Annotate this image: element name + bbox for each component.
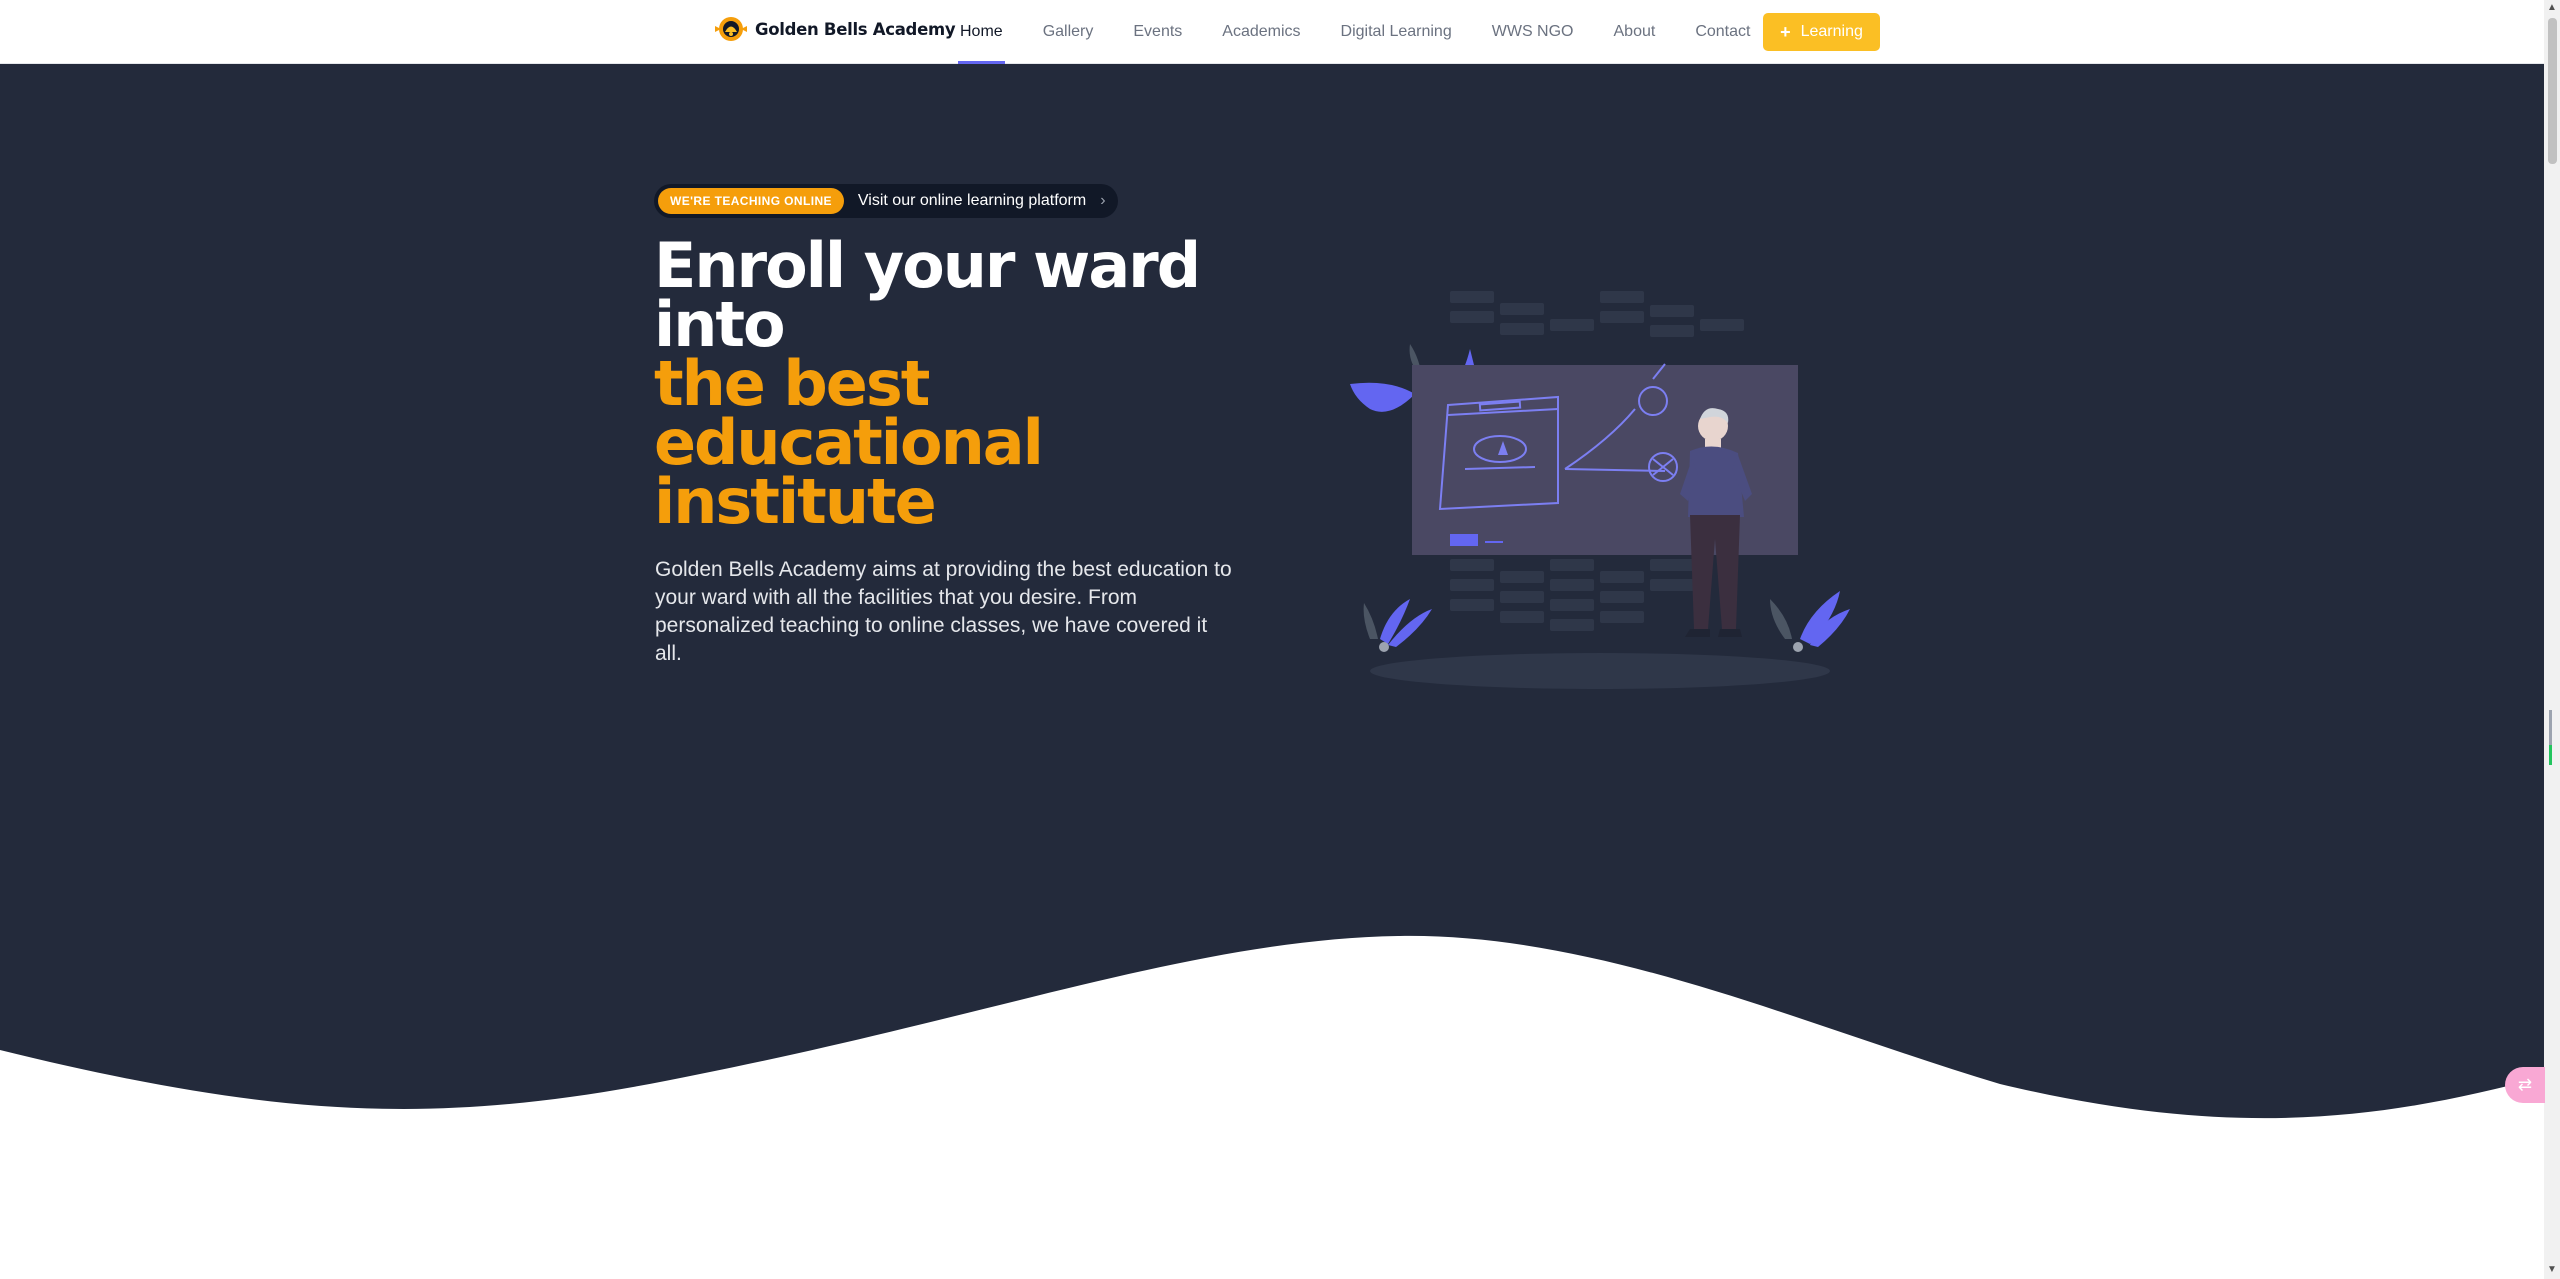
hero-section: WE'RE TEACHING ONLINE Visit our online l… xyxy=(0,64,2544,1130)
hero-description: Golden Bells Academy aims at providing t… xyxy=(655,558,1232,665)
scroll-marker-active xyxy=(2549,745,2552,765)
hero-headline: Enroll your ward into the best education… xyxy=(654,229,1214,538)
nav-gallery[interactable]: Gallery xyxy=(1023,0,1114,64)
nav-wws-ngo[interactable]: WWS NGO xyxy=(1472,0,1594,64)
main-nav: Home Gallery Events Academics Digital Le… xyxy=(940,0,1770,64)
headline-accent-3: institute xyxy=(654,465,937,538)
brand-name: Golden Bells Academy xyxy=(755,19,956,39)
plus-icon: + xyxy=(1780,22,1791,42)
online-learning-banner[interactable]: WE'RE TEACHING ONLINE Visit our online l… xyxy=(654,184,1118,218)
bell-logo-icon xyxy=(715,17,747,41)
top-navbar: Golden Bells Academy Home Gallery Events… xyxy=(0,0,2544,64)
nav-contact[interactable]: Contact xyxy=(1675,0,1770,64)
learning-button[interactable]: + Learning xyxy=(1763,13,1880,51)
translate-icon: ⇄ xyxy=(2517,1075,2533,1094)
nav-home[interactable]: Home xyxy=(940,0,1023,64)
scroll-thumb[interactable] xyxy=(2548,18,2557,164)
headline-accent-1: the best xyxy=(654,347,930,420)
nav-events[interactable]: Events xyxy=(1113,0,1202,64)
scroll-down-arrow-icon[interactable]: ▼ xyxy=(2547,1264,2557,1276)
teacher-whiteboard-illustration xyxy=(1350,291,1850,689)
teaching-online-badge: WE'RE TEACHING ONLINE xyxy=(658,188,844,214)
scroll-up-arrow-icon[interactable]: ▲ xyxy=(2547,2,2557,14)
online-platform-link: Visit our online learning platform xyxy=(857,192,1087,209)
nav-academics[interactable]: Academics xyxy=(1202,0,1320,64)
headline-line-1: Enroll your ward xyxy=(654,229,1201,302)
headline-line-2: into xyxy=(654,288,786,361)
brand-logo[interactable]: Golden Bells Academy xyxy=(713,14,956,44)
learning-button-label: Learning xyxy=(1800,23,1863,40)
wave-divider xyxy=(0,935,2544,1130)
page-scrollbar[interactable]: ▲ ▼ xyxy=(2544,0,2560,1279)
translate-widget-button[interactable]: ⇄ xyxy=(2505,1067,2545,1103)
chevron-right-icon: › xyxy=(1100,192,1106,209)
headline-accent-2: educational xyxy=(654,406,1044,479)
nav-about[interactable]: About xyxy=(1594,0,1676,64)
nav-digital-learning[interactable]: Digital Learning xyxy=(1321,0,1472,64)
